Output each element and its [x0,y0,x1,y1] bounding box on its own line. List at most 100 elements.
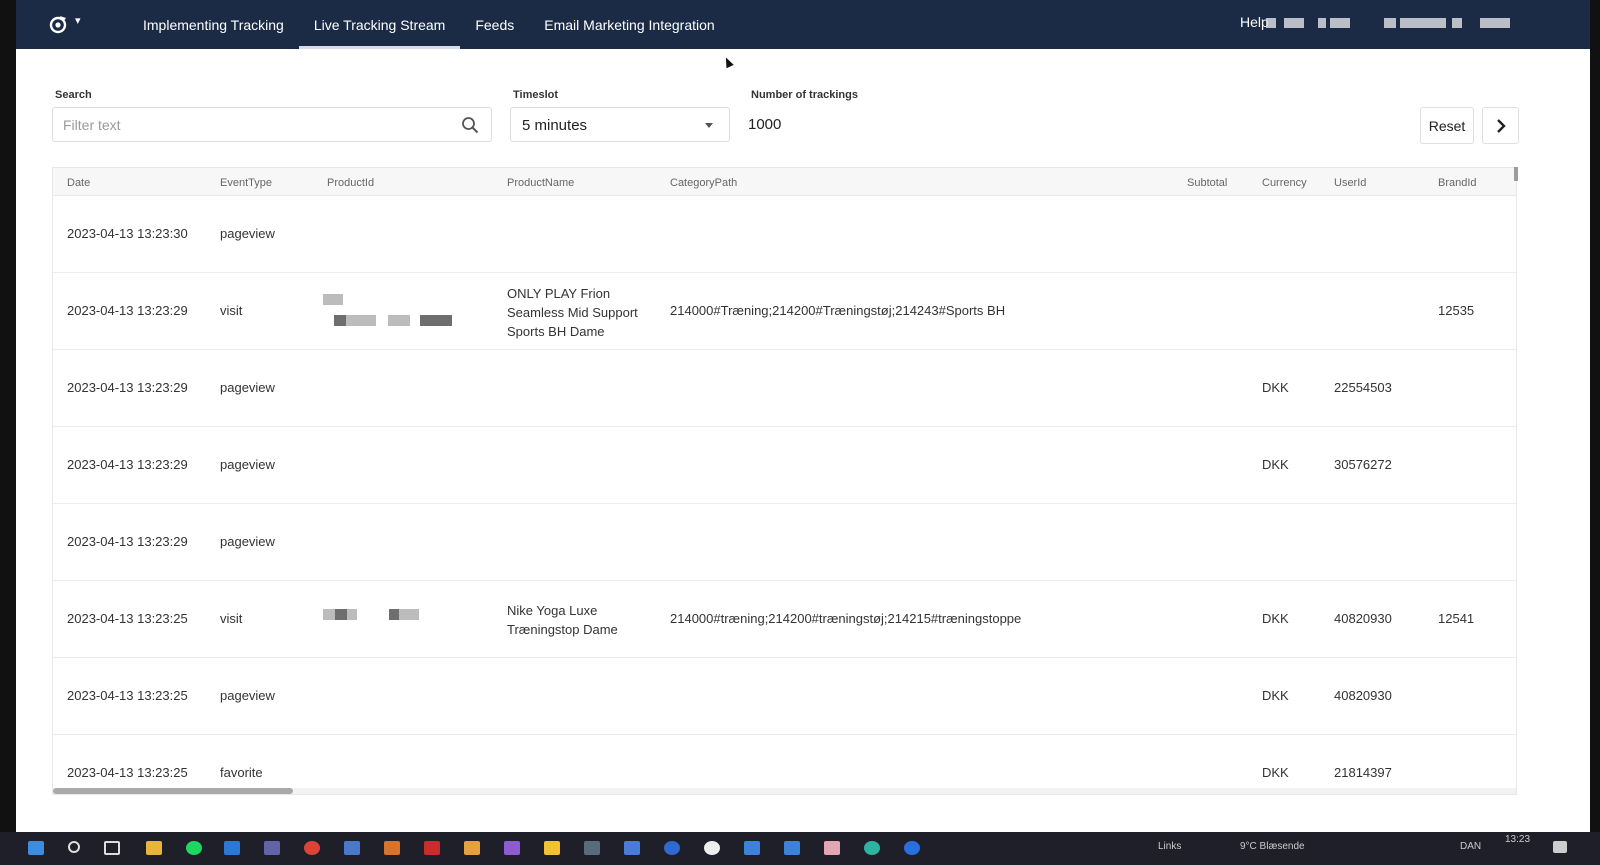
app-window: ▾ Implementing Tracking Live Tracking St… [16,0,1590,848]
app-icon[interactable] [344,841,360,855]
cell-userid: 40820930 [1334,688,1392,703]
app-icon[interactable] [824,841,840,855]
cell-userid: 30576272 [1334,457,1392,472]
column-header-productid[interactable]: ProductId [327,177,374,189]
table-header: Date EventType ProductId ProductName Cat… [53,168,1516,196]
notifications-icon[interactable] [1553,841,1567,853]
app-icon[interactable] [864,841,880,855]
os-taskbar: Links 9°C Blæsende DAN 13:23 [0,832,1600,865]
table-row[interactable]: 2023-04-13 13:23:29 visit ONLY PLAY Frio… [53,273,1516,350]
reset-button[interactable]: Reset [1420,107,1474,144]
tracking-count-value[interactable]: 1000 [748,116,781,133]
table-row[interactable]: 2023-04-13 13:23:30 pageview [53,196,1516,273]
help-link[interactable]: Help [1240,0,1269,44]
app-icon[interactable] [784,841,800,855]
cell-productname: Nike Yoga Luxe Træningstop Dame [507,603,618,637]
redacted-user-info [1384,18,1396,28]
cell-date: 2023-04-13 13:23:29 [67,303,188,318]
spotify-icon[interactable] [186,841,202,855]
redacted-user-info [1452,18,1462,28]
cell-userid: 21814397 [1334,765,1392,780]
redacted-product-id [388,315,410,326]
redacted-product-id [334,315,346,326]
next-button[interactable] [1482,107,1519,144]
cell-brandid: 12535 [1438,303,1475,318]
tracking-count-label: Number of trackings [751,89,858,101]
chrome-icon[interactable] [304,841,320,855]
timeslot-select[interactable]: 5 minutes [510,107,730,142]
outlook-icon[interactable] [224,841,240,855]
column-header-subtotal[interactable]: Subtotal [1187,177,1227,189]
app-icon[interactable] [584,841,600,855]
horizontal-scrollbar-thumb[interactable] [53,788,293,794]
mouse-cursor-icon [722,55,734,69]
column-header-categorypath[interactable]: CategoryPath [670,177,737,189]
app-icon[interactable] [704,841,720,855]
app-icon[interactable] [744,841,760,855]
language-indicator[interactable]: DAN [1460,841,1481,852]
chevron-down-icon[interactable]: ▾ [75,14,81,27]
redacted-product-id [346,315,376,326]
cell-date: 2023-04-13 13:23:30 [67,226,188,241]
file-explorer-icon[interactable] [146,841,162,855]
cell-brandid: 12541 [1438,611,1475,626]
task-view-icon[interactable] [104,841,120,855]
redacted-user-info [1318,18,1326,28]
cell-currency: DKK [1262,457,1289,472]
vertical-scrollbar-thumb[interactable] [1514,167,1518,181]
column-header-userid[interactable]: UserId [1334,177,1366,189]
help-icon[interactable] [664,841,680,855]
column-header-date[interactable]: Date [67,177,90,189]
search-icon[interactable] [461,116,479,134]
cell-currency: DKK [1262,380,1289,395]
redacted-product-id [420,315,452,326]
nav-feeds[interactable]: Feeds [460,0,529,49]
cell-userid: 40820930 [1334,611,1392,626]
table-row[interactable]: 2023-04-13 13:23:29 pageview DKK 3057627… [53,427,1516,504]
app-icon[interactable] [904,841,920,855]
app-icon[interactable] [544,841,560,855]
cell-date: 2023-04-13 13:23:25 [67,611,188,626]
cell-currency: DKK [1262,688,1289,703]
top-navigation-bar: ▾ Implementing Tracking Live Tracking St… [16,0,1590,49]
taskbar-links[interactable]: Links [1158,841,1181,852]
timeslot-label: Timeslot [513,89,559,101]
search-input[interactable] [53,108,453,141]
table-row[interactable]: 2023-04-13 13:23:29 pageview [53,504,1516,581]
nav-email-marketing-integration[interactable]: Email Marketing Integration [529,0,729,49]
app-icon[interactable] [384,841,400,855]
app-logo-icon[interactable] [44,10,72,38]
dropdown-caret-icon [705,123,713,128]
cell-eventtype: pageview [220,688,275,703]
redacted-user-info [1284,18,1304,28]
column-header-productname[interactable]: ProductName [507,177,574,189]
table-row[interactable]: 2023-04-13 13:23:25 pageview DKK 4082093… [53,658,1516,735]
redacted-product-id [347,609,357,620]
search-icon[interactable] [68,841,80,853]
weather-widget[interactable]: 9°C Blæsende [1240,841,1305,852]
teams-icon[interactable] [264,841,280,855]
table-row[interactable]: 2023-04-13 13:23:25 favorite DKK 2181439… [53,735,1516,794]
search-field[interactable] [52,107,492,142]
cell-date: 2023-04-13 13:23:29 [67,457,188,472]
windows-start-icon[interactable] [28,841,44,855]
column-header-eventtype[interactable]: EventType [220,177,272,189]
save-icon[interactable] [624,841,640,855]
nav-implementing-tracking[interactable]: Implementing Tracking [128,0,299,49]
nav-live-tracking-stream[interactable]: Live Tracking Stream [298,0,461,49]
cell-eventtype: pageview [220,457,275,472]
table-row[interactable]: 2023-04-13 13:23:29 pageview DKK 2255450… [53,350,1516,427]
table-row[interactable]: 2023-04-13 13:23:25 visit Nike Yoga Luxe… [53,581,1516,658]
cell-eventtype: visit [220,303,243,318]
visual-studio-icon[interactable] [504,841,520,855]
column-header-currency[interactable]: Currency [1262,177,1307,189]
clock[interactable]: 13:23 [1505,834,1530,845]
horizontal-scrollbar[interactable] [53,788,1516,794]
cell-categorypath: 214000#Træning;214200#Træningstøj;214243… [670,303,1006,318]
paint-icon[interactable] [464,841,480,855]
app-icon[interactable] [424,841,440,855]
cell-productname: ONLY PLAY Frion Seamless Mid Support Spo… [507,286,638,339]
chevron-right-icon [1496,118,1506,133]
main-nav: Implementing Tracking Live Tracking Stre… [128,0,730,49]
column-header-brandid[interactable]: BrandId [1438,177,1477,189]
